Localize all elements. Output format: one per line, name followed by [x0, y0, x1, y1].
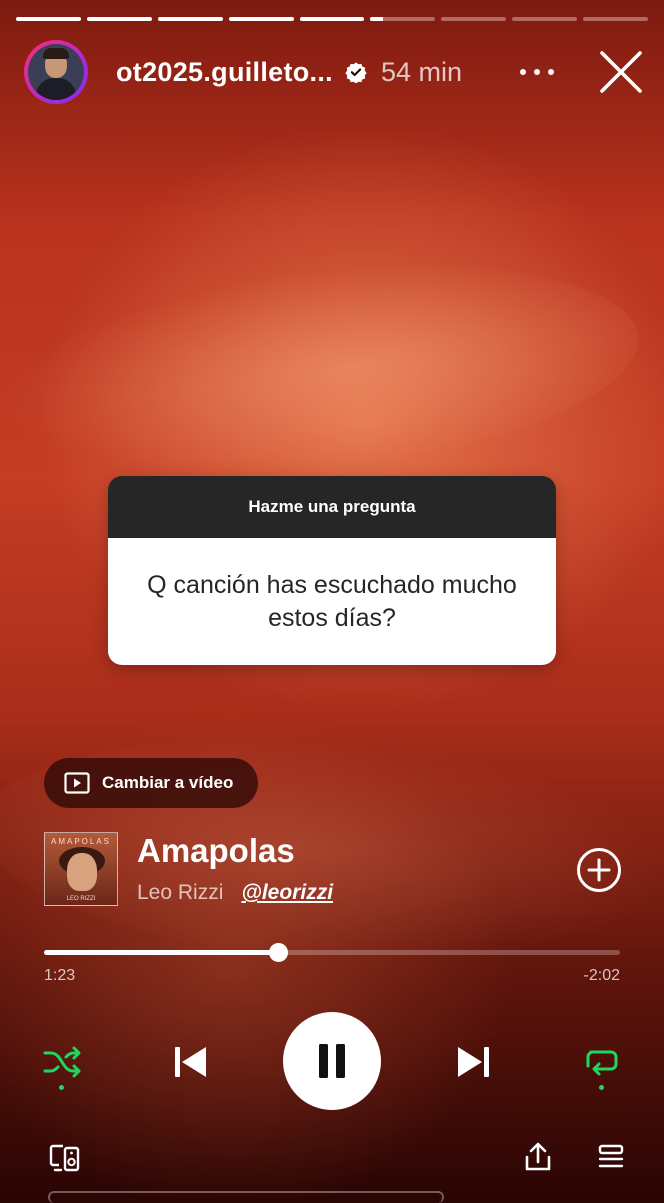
- connect-device-icon: [49, 1144, 80, 1172]
- story-segment: [86, 17, 152, 21]
- previous-button[interactable]: [170, 1042, 210, 1082]
- remaining-time: -2:02: [583, 967, 620, 984]
- verified-badge-icon: [345, 62, 367, 83]
- queue-button[interactable]: [596, 1142, 626, 1172]
- share-icon: [525, 1142, 551, 1171]
- repeat-active-dot: [599, 1085, 604, 1090]
- next-button[interactable]: [454, 1042, 494, 1082]
- album-cover-artist: LEO RIZZI: [66, 896, 96, 902]
- close-icon[interactable]: [598, 49, 644, 95]
- question-sticker-text: Q canción has escuchado mucho estos días…: [108, 538, 556, 665]
- elapsed-time: 1:23: [44, 967, 76, 984]
- switch-to-video-label: Cambiar a vídeo: [102, 773, 234, 792]
- story-segment: [299, 17, 365, 21]
- album-cover-title: AMAPOLAS: [50, 837, 111, 846]
- skip-next-icon: [458, 1047, 489, 1077]
- skip-previous-icon: [175, 1047, 206, 1077]
- more-options-icon[interactable]: [520, 66, 554, 78]
- repeat-button[interactable]: [580, 1042, 624, 1082]
- story-segment: [228, 17, 294, 21]
- queue-icon: [598, 1144, 624, 1168]
- story-segment: [370, 17, 436, 21]
- album-cover[interactable]: AMAPOLAS LEO RIZZI: [44, 832, 118, 906]
- add-circle-icon[interactable]: [576, 847, 622, 893]
- switch-to-video-button[interactable]: Cambiar a vídeo: [44, 758, 258, 808]
- avatar[interactable]: [24, 40, 88, 104]
- repeat-icon: [586, 1050, 618, 1076]
- pause-button[interactable]: [283, 1012, 381, 1110]
- shuffle-icon: [43, 1046, 81, 1078]
- shuffle-active-dot: [59, 1085, 64, 1090]
- played-portion: [44, 950, 278, 955]
- story-segment: [157, 17, 223, 21]
- story-header: ot2025.guilleto... 54 min: [24, 38, 644, 106]
- story-segment: [512, 17, 578, 21]
- shuffle-button[interactable]: [40, 1040, 84, 1084]
- story-segment: [16, 17, 81, 21]
- seek-handle[interactable]: [268, 943, 288, 962]
- story-segment: [583, 17, 649, 21]
- artist-mention[interactable]: @leorizzi: [241, 881, 333, 905]
- playback-progress-bar[interactable]: [44, 943, 620, 962]
- question-sticker-title: Hazme una pregunta: [108, 476, 556, 538]
- pause-icon: [319, 1044, 345, 1078]
- username[interactable]: ot2025.guilleto...: [116, 57, 333, 88]
- play-video-icon: [64, 772, 90, 794]
- story-progress-segments: [16, 17, 649, 21]
- avatar-photo: [28, 44, 84, 100]
- song-title[interactable]: Amapolas: [137, 832, 295, 870]
- connect-device-button[interactable]: [48, 1142, 82, 1174]
- question-sticker[interactable]: Hazme una pregunta Q canción has escucha…: [108, 476, 556, 665]
- artist-name[interactable]: Leo Rizzi: [137, 881, 223, 905]
- artist-row: Leo Rizzi @leorizzi: [137, 881, 333, 905]
- story-time-ago: 54 min: [380, 56, 462, 87]
- share-button[interactable]: [522, 1140, 554, 1174]
- story-segment: [441, 17, 507, 21]
- home-indicator: [48, 1191, 444, 1203]
